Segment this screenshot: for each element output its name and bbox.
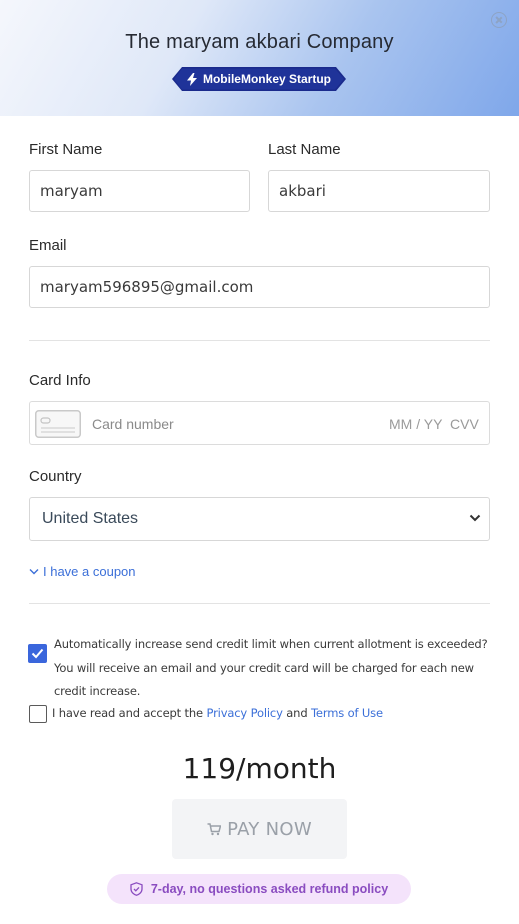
section-divider [29,603,490,604]
header-banner: The maryam akbari Company MobileMonkey S… [0,0,519,116]
chevron-down-icon [469,514,481,522]
pay-now-button[interactable]: PAY NOW [172,799,347,859]
auto-increase-text: Automatically increase send credit limit… [54,637,488,698]
email-field[interactable]: maryam596895@gmail.com [29,266,490,308]
terms-and: and [286,706,308,720]
refund-policy-text: 7-day, no questions asked refund policy [150,882,389,896]
terms-checkbox[interactable] [29,705,47,723]
refund-policy-badge: 7-day, no questions asked refund policy [107,874,411,904]
coupon-label: I have a coupon [43,564,136,579]
first-name-field[interactable]: maryam [29,170,250,212]
badge-label: MobileMonkey Startup [202,72,331,86]
section-divider [29,340,490,341]
terms-text: I have read and accept the Privacy Polic… [52,706,383,720]
coupon-toggle[interactable]: I have a coupon [29,564,136,579]
country-label: Country [29,468,82,485]
country-select[interactable]: United States [29,497,490,541]
lightning-icon [186,72,197,86]
card-info-field[interactable]: Card number MM / YY CVV [29,401,490,445]
terms-prefix: I have read and accept the [52,706,203,720]
last-name-field[interactable]: akbari [268,170,490,212]
country-value: United States [42,510,139,527]
company-title: The maryam akbari Company [125,31,394,53]
checkmark-icon [31,648,44,659]
price-label: 119/month [182,752,337,785]
email-label: Email [29,237,67,254]
cart-icon [207,822,222,835]
card-number-input[interactable]: Card number [92,416,174,432]
terms-of-use-link[interactable]: Terms of Use [311,706,383,720]
credit-card-icon [35,410,81,438]
privacy-policy-link[interactable]: Privacy Policy [206,706,282,720]
pay-now-label: PAY NOW [227,818,312,840]
plan-badge: MobileMonkey Startup [172,67,346,91]
card-info-label: Card Info [29,372,91,389]
chevron-down-icon [29,569,39,575]
first-name-label: First Name [29,141,103,158]
card-cvv-input[interactable]: CVV [450,416,479,432]
last-name-label: Last Name [268,141,341,158]
close-icon[interactable] [491,12,507,28]
auto-increase-checkbox[interactable] [28,644,47,663]
card-expiry-input[interactable]: MM / YY [389,416,442,432]
shield-check-icon [130,882,143,896]
